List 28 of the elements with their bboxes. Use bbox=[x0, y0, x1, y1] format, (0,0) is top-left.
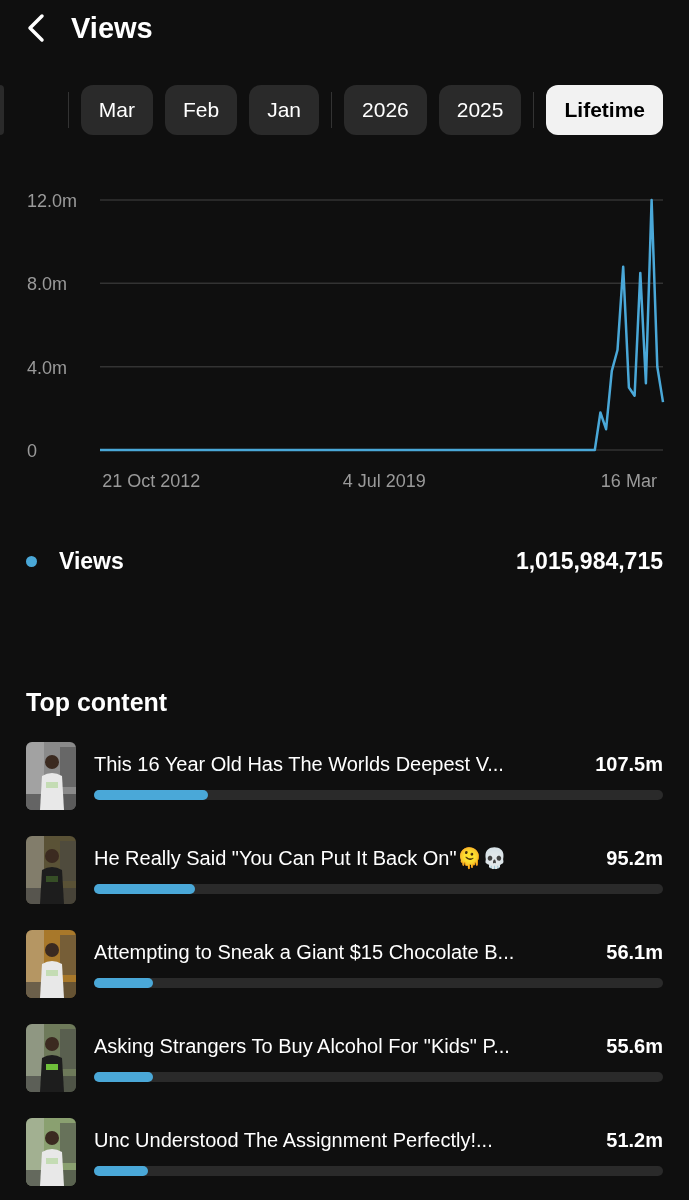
period-tab[interactable]: Lifetime bbox=[546, 85, 663, 135]
video-title[interactable]: He Really Said "You Can Put It Back On"🫠💀 bbox=[94, 846, 507, 870]
x-axis-label: 16 Mar bbox=[600, 471, 657, 491]
y-axis-label: 8.0m bbox=[27, 274, 68, 295]
video-title[interactable]: This 16 Year Old Has The Worlds Deepest V... bbox=[94, 752, 504, 776]
view-count: 55.6m bbox=[606, 1034, 663, 1058]
period-tab[interactable]: 2026 bbox=[344, 85, 427, 135]
y-axis-label: 12.0m bbox=[27, 191, 78, 211]
x-axis-label: 4 Jul 2019 bbox=[342, 471, 426, 491]
total-views: 1,015,984,715 bbox=[515, 548, 663, 575]
view-count: 95.2m bbox=[606, 846, 663, 870]
view-count: 56.1m bbox=[606, 940, 663, 964]
y-axis-label: 0 bbox=[27, 441, 37, 461]
period-tab[interactable]: 2025 bbox=[438, 85, 522, 135]
y-axis-label: 4.0m bbox=[27, 357, 68, 378]
section-title: Top content bbox=[26, 688, 169, 717]
back-icon[interactable] bbox=[25, 13, 47, 43]
page-title: Views bbox=[71, 11, 153, 45]
legend-label: Views bbox=[59, 548, 125, 575]
x-axis-label: 21 Oct 2012 bbox=[102, 471, 201, 491]
period-tab[interactable]: Jan bbox=[249, 85, 320, 135]
video-title[interactable]: Unc Understood The Assignment Perfectly!... bbox=[94, 1128, 493, 1152]
view-count: 51.2m bbox=[606, 1128, 663, 1152]
video-title[interactable]: Asking Strangers To Buy Alcohol For "Kids" P... bbox=[94, 1034, 510, 1058]
period-tab[interactable]: Mar bbox=[80, 85, 153, 135]
period-tab[interactable]: Feb bbox=[165, 85, 238, 135]
video-title[interactable]: Attempting to Sneak a Giant $15 Chocolate B... bbox=[94, 940, 515, 964]
view-count: 107.5m bbox=[595, 752, 663, 776]
